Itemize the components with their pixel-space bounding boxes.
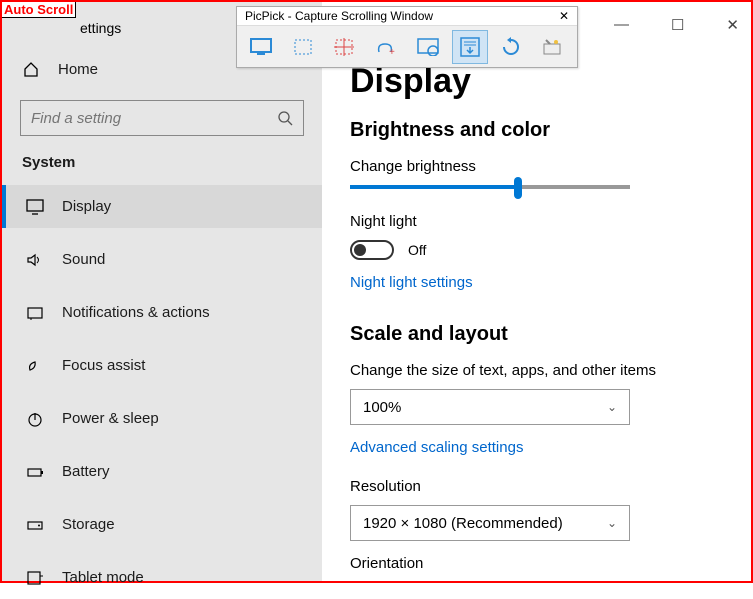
sidebar-item-storage[interactable]: Storage [2,503,322,546]
sidebar-item-label: Power & sleep [62,410,159,427]
sidebar-item-label: Sound [62,251,105,268]
brightness-label: Change brightness [350,158,751,175]
capture-window-icon[interactable] [410,30,446,64]
capture-scrolling-window-icon[interactable] [452,30,488,64]
search-input[interactable] [20,100,304,136]
sidebar-item-power[interactable]: Power & sleep [2,397,322,440]
capture-fixed-region-icon[interactable] [326,30,362,64]
auto-scroll-badge: Auto Scroll [2,2,76,18]
color-picker-icon[interactable] [535,30,571,64]
resolution-dropdown[interactable]: 1920 × 1080 (Recommended) ⌄ [350,505,630,541]
chevron-down-icon: ⌄ [607,516,617,530]
display-icon [26,199,44,215]
minimize-button[interactable]: — [614,16,629,34]
picpick-close-button[interactable]: ✕ [559,9,569,23]
picpick-toolbar-window[interactable]: PicPick - Capture Scrolling Window ✕ + [236,6,578,68]
advanced-scaling-link[interactable]: Advanced scaling settings [350,439,523,456]
sidebar-item-label: Battery [62,463,110,480]
nightlight-label: Night light [350,213,751,230]
sidebar-item-battery[interactable]: Battery [2,450,322,493]
main-panel: Display Brightness and color Change brig… [322,2,751,581]
maximize-button[interactable]: ☐ [671,16,684,34]
scale-label: Change the size of text, apps, and other… [350,362,751,379]
chevron-down-icon: ⌄ [607,400,617,414]
capture-fullscreen-icon[interactable] [243,30,279,64]
notifications-icon [26,305,44,321]
sidebar-item-sound[interactable]: Sound [2,238,322,281]
capture-freehand-icon[interactable]: + [368,30,404,64]
sidebar-item-label: Focus assist [62,357,145,374]
capture-region-icon[interactable] [285,30,321,64]
tablet-icon [26,570,44,586]
resolution-label: Resolution [350,478,751,495]
slider-thumb[interactable] [514,177,522,199]
sidebar-item-label: Display [62,198,111,215]
focus-icon [26,358,44,374]
section-brightness: Brightness and color [350,119,751,142]
close-button[interactable]: ✕ [726,16,739,34]
sidebar-item-label: Tablet mode [62,569,144,586]
home-icon [22,60,40,78]
orientation-label: Orientation [350,555,751,572]
scale-value: 100% [363,399,401,416]
nightlight-toggle[interactable] [350,240,394,260]
storage-icon [26,517,44,533]
sidebar-item-label: Notifications & actions [62,304,210,321]
sidebar-item-tablet-mode[interactable]: Tablet mode [2,556,322,599]
search-field[interactable] [31,110,254,127]
nightlight-state: Off [408,242,426,258]
scale-dropdown[interactable]: 100% ⌄ [350,389,630,425]
sidebar-item-display[interactable]: Display [2,185,322,228]
search-icon [277,110,293,126]
sound-icon [26,252,44,268]
svg-text:+: + [389,47,395,56]
slider-fill [350,185,518,189]
sidebar: Home System Display Sound Notifications … [2,2,322,581]
picpick-title: PicPick - Capture Scrolling Window [245,9,433,23]
toggle-knob [354,244,366,256]
section-scale: Scale and layout [350,323,751,346]
power-icon [26,411,44,427]
nightlight-settings-link[interactable]: Night light settings [350,274,473,291]
resolution-value: 1920 × 1080 (Recommended) [363,515,563,532]
battery-icon [26,464,44,480]
home-label: Home [58,61,98,78]
sidebar-item-focus-assist[interactable]: Focus assist [2,344,322,387]
repeat-capture-icon[interactable] [494,30,530,64]
sidebar-item-label: Storage [62,516,115,533]
brightness-slider[interactable] [350,185,630,189]
sidebar-item-notifications[interactable]: Notifications & actions [2,291,322,334]
window-title: ettings [80,20,121,36]
system-header: System [2,154,322,185]
